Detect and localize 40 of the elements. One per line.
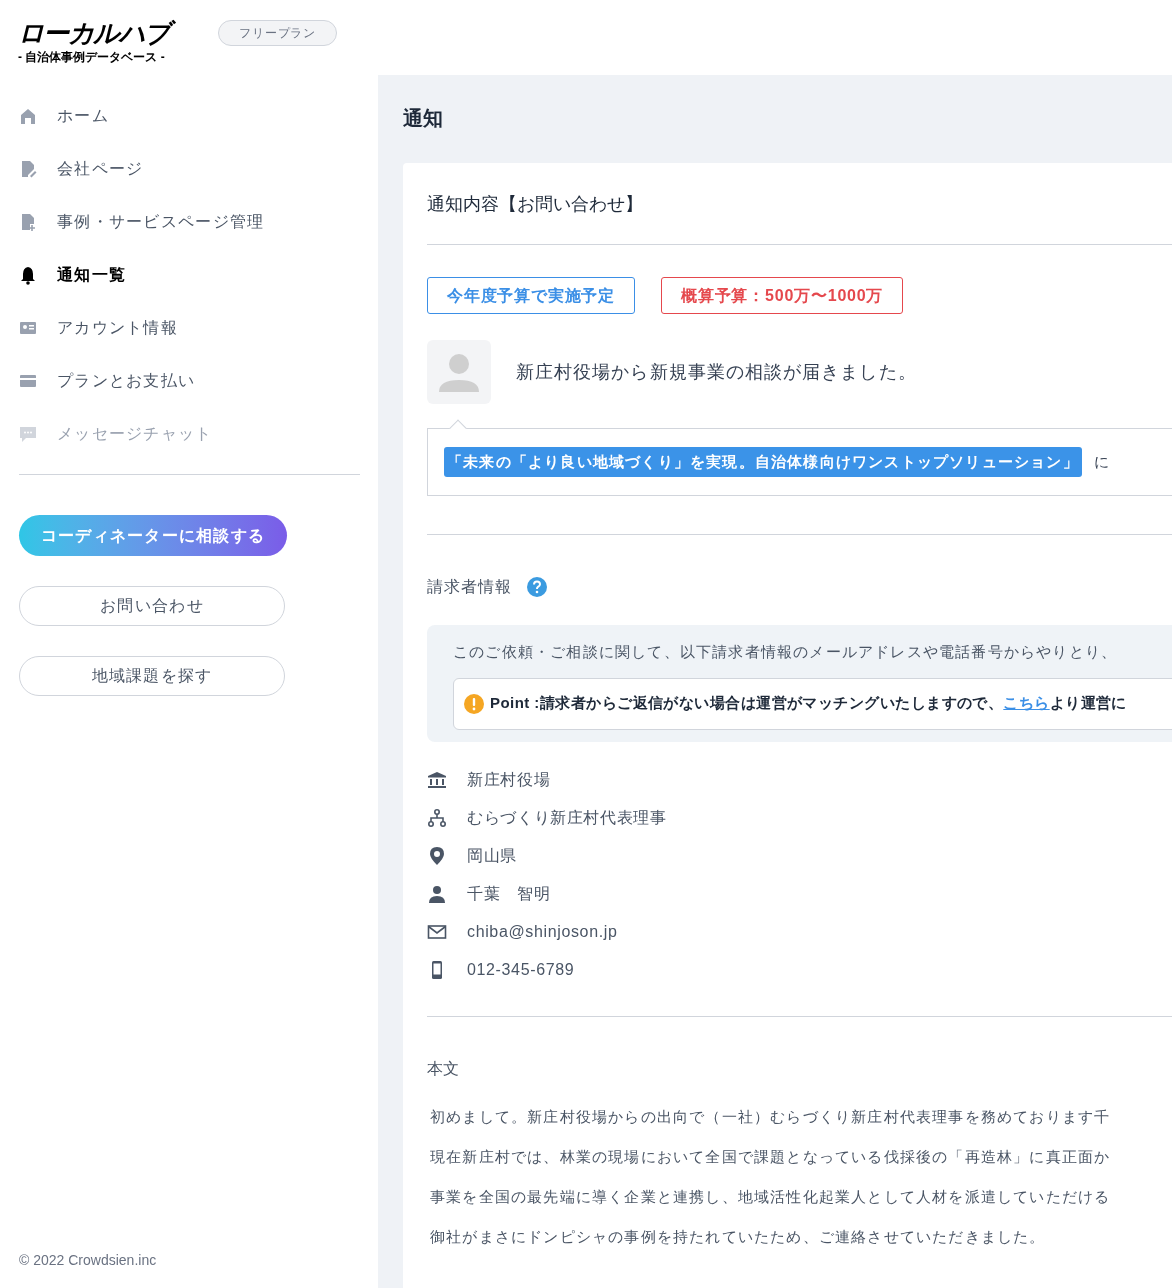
tag: 概算予算：500万〜1000万 bbox=[661, 277, 904, 314]
requester-detail: chiba@shinjoson.jp bbox=[467, 921, 618, 942]
quote-suffix: に bbox=[1093, 451, 1109, 472]
sidebar-item[interactable]: ホーム bbox=[57, 103, 109, 128]
plan-badge: フリープラン bbox=[217, 20, 338, 46]
person-icon bbox=[427, 883, 447, 904]
point-text: Point :請求者からご返信がない場合は運営がマッチングいたしますので、こちら より運営に bbox=[490, 693, 1127, 714]
body-text-line: 初めまして。新庄村役場からの出向で（一社）むらづくり新庄村代表理事を務めております千 bbox=[430, 1106, 1112, 1127]
body-heading: 本文 bbox=[427, 1058, 460, 1079]
tag: 今年度予算で実施予定 bbox=[427, 277, 635, 314]
building-icon bbox=[427, 769, 447, 790]
requester-detail: 千葉 智明 bbox=[467, 883, 551, 904]
sidebar-button[interactable]: お問い合わせ bbox=[19, 586, 285, 626]
requester-detail: むらづくり新庄村代表理事 bbox=[467, 807, 667, 828]
requester-detail: 岡山県 bbox=[467, 845, 517, 866]
page-title: 通知 bbox=[403, 106, 444, 131]
logo-title: ローカルハブ bbox=[18, 16, 178, 50]
service-title-highlight: 「未来の「より良い地域づくり」を実現。自治体様向けワンストップソリューション」 bbox=[444, 446, 1082, 478]
notification-heading: 通知内容【お問い合わせ】 bbox=[427, 191, 1172, 245]
requester-detail: 012-345-6789 bbox=[467, 959, 575, 980]
body-text-line: 現在新庄村では、林業の現場において全国で課題となっている伐採後の「再造林」に真正面か bbox=[430, 1146, 1112, 1167]
logo-subtitle: - 自治体事例データベース - bbox=[18, 50, 166, 65]
hierarchy-icon bbox=[427, 807, 447, 828]
requester-heading: 請求者情報 bbox=[427, 577, 512, 597]
notification-message: 新庄村役場から新規事業の相談が届きました。 bbox=[516, 360, 917, 384]
sidebar-item[interactable]: アカウント情報 bbox=[57, 315, 178, 340]
requester-detail: 新庄村役場 bbox=[467, 769, 551, 790]
sidebar-item[interactable]: 通知一覧 bbox=[57, 262, 127, 287]
sidebar-item[interactable]: 事例・サービスページ管理 bbox=[57, 209, 265, 234]
body-text-line: 事業を全国の最先端に導く企業と連携し、地域活性化起業人として人材を派遣していただける bbox=[430, 1186, 1112, 1207]
sidebar-button[interactable]: 地域課題を探す bbox=[19, 656, 285, 696]
location-pin-icon bbox=[427, 845, 447, 866]
sidebar-item[interactable]: 会社ページ bbox=[57, 156, 144, 181]
body-text-line: 御社がまさにドンピシャの事例を持たれていたため、ご連絡させていただきました。 bbox=[430, 1226, 1047, 1247]
avatar-placeholder bbox=[427, 340, 491, 404]
copyright-text: © 2022 Crowdsien.inc bbox=[18, 1251, 158, 1270]
help-icon[interactable] bbox=[525, 576, 548, 598]
info-note: このご依頼・ご相談に関して、以下請求者情報のメールアドレスや電話番号からやりとり、 bbox=[453, 642, 1119, 662]
sidebar-item[interactable]: プランとお支払い bbox=[57, 368, 196, 393]
warning-icon bbox=[464, 693, 484, 714]
